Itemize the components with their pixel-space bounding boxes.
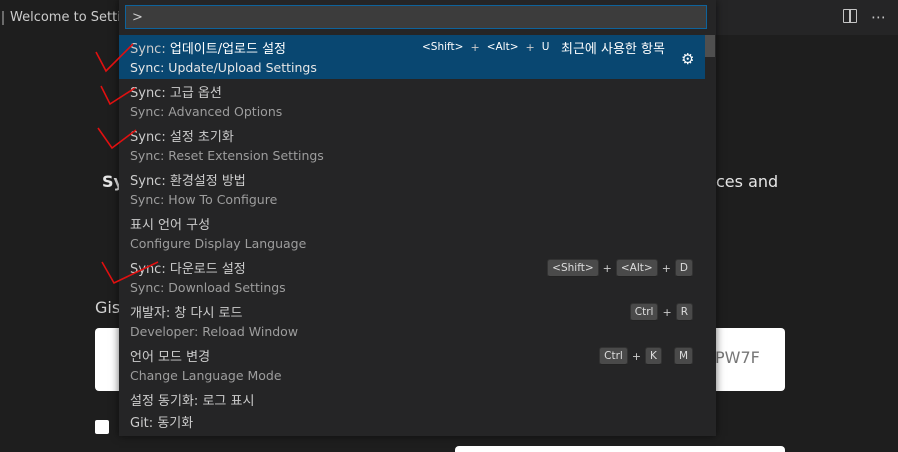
key: M — [673, 347, 693, 365]
command-label: Sync: 환경설정 방법 — [130, 170, 246, 189]
command-item[interactable]: Git: 동기화 — [119, 409, 705, 431]
command-item[interactable]: Sync: 설정 초기화 Sync: Reset Extension Settin… — [119, 123, 705, 167]
command-label: Sync: 다운로드 설정 — [130, 258, 246, 277]
command-title: 고급 옵션 — [169, 86, 222, 101]
key: U — [541, 41, 550, 53]
command-item[interactable]: Sync: 다운로드 설정 Sync: Download Settings <Shi… — [119, 255, 705, 299]
command-detail: Developer: Reload Window — [130, 324, 299, 339]
welcome-heading-tail: ces and — [716, 172, 779, 191]
command-label: Sync: 설정 초기화 — [130, 126, 234, 145]
command-label: Sync: 업데이트/업로드 설정 — [130, 38, 286, 57]
command-title: 창 다시 로드 — [174, 306, 243, 321]
command-detail: Sync: Reset Extension Settings — [130, 148, 324, 163]
command-list: Sync: 업데이트/업로드 설정 Sync: Update/Upload Set… — [119, 35, 716, 436]
command-title: 표시 언어 구성 — [130, 218, 211, 233]
command-detail: Sync: Advanced Options — [130, 104, 283, 119]
command-item[interactable]: 표시 언어 구성 Configure Display Language — [119, 211, 705, 255]
command-item[interactable]: 언어 모드 변경 Change Language Mode Ctrl + K M — [119, 343, 705, 387]
command-title: 환경설정 방법 — [169, 174, 246, 189]
command-detail: Sync: Update/Upload Settings — [130, 60, 317, 75]
split-editor-button[interactable] — [843, 8, 857, 26]
key-plus: + — [662, 305, 672, 319]
gist-label: Gis — [95, 298, 121, 317]
key-plus: + — [631, 349, 642, 363]
welcome-checkbox[interactable] — [95, 420, 109, 434]
command-category: Sync: — [130, 130, 166, 145]
key-plus: + — [661, 261, 671, 275]
command-category: Git: — [130, 416, 154, 431]
gist-id-value: PW7F — [715, 348, 760, 367]
command-label: 언어 모드 변경 — [130, 346, 210, 365]
key-plus: + — [602, 261, 612, 275]
file-icon — [2, 10, 4, 25]
key: R — [675, 303, 693, 321]
command-detail: Sync: Download Settings — [130, 280, 286, 295]
key: K — [645, 347, 662, 365]
tab-label: Welcome to Settings Sync — [10, 10, 122, 25]
key: <Shift> — [422, 41, 464, 53]
command-category: Sync: — [130, 86, 166, 101]
command-title: 업데이트/업로드 설정 — [169, 42, 287, 57]
key-plus: + — [470, 40, 480, 54]
key: Ctrl — [599, 347, 628, 365]
command-label: 개발자: 창 다시 로드 — [130, 302, 242, 321]
command-item[interactable]: 개발자: 창 다시 로드 Developer: Reload Window Ctrl… — [119, 299, 705, 343]
command-detail: Change Language Mode — [130, 368, 282, 383]
recently-used-label: 최근에 사용한 항목 — [561, 42, 665, 57]
command-category: Sync: — [130, 174, 166, 189]
command-category: Sync: — [130, 262, 166, 277]
command-label: Git: 동기화 — [130, 412, 193, 431]
keybinding: <Shift> + <Alt> + U — [419, 39, 552, 55]
command-label: Sync: 고급 옵션 — [130, 82, 222, 101]
key: <Alt> — [486, 41, 519, 53]
command-palette: Sync: 업데이트/업로드 설정 Sync: Update/Upload Set… — [119, 0, 716, 436]
editor-actions: ⋯ — [843, 8, 886, 26]
command-title: 다운로드 설정 — [169, 262, 246, 277]
key: D — [674, 259, 693, 277]
tab-welcome-settings-sync[interactable]: Welcome to Settings Sync — [0, 0, 122, 35]
key: <Shift> — [547, 259, 599, 277]
command-title: 설정 초기화 — [169, 130, 234, 145]
command-item[interactable]: Sync: 업데이트/업로드 설정 Sync: Update/Upload Set… — [119, 35, 705, 79]
command-item[interactable]: 설정 동기화: 로그 표시 — [119, 387, 705, 409]
key: <Alt> — [615, 259, 658, 277]
command-title: 동기화 — [157, 416, 194, 431]
command-item[interactable]: Sync: 고급 옵션 Sync: Advanced Options — [119, 79, 705, 123]
command-category: Sync: — [130, 42, 166, 57]
command-title: 로그 표시 — [202, 394, 255, 409]
key: Ctrl — [629, 303, 659, 321]
split-editor-icon — [843, 9, 857, 23]
command-category: 개발자: — [130, 306, 171, 321]
command-detail: Configure Display Language — [130, 236, 307, 251]
command-label: 표시 언어 구성 — [130, 214, 210, 233]
key-plus: + — [525, 40, 535, 54]
command-palette-input[interactable] — [125, 5, 707, 29]
command-item[interactable]: Sync: 환경설정 방법 Sync: How To Configure — [119, 167, 705, 211]
gear-icon[interactable]: ⚙ — [681, 50, 694, 68]
welcome-field[interactable] — [455, 446, 785, 452]
command-label: 설정 동기화: 로그 표시 — [130, 390, 254, 409]
command-category: 설정 동기화: — [130, 394, 199, 409]
command-title: 언어 모드 변경 — [130, 350, 211, 365]
keybinding: <Shift> + <Alt> + D — [547, 259, 693, 277]
keybinding: Ctrl + R — [629, 303, 693, 321]
more-actions-icon[interactable]: ⋯ — [871, 8, 886, 26]
keybinding: Ctrl + K M — [599, 347, 693, 365]
command-detail: Sync: How To Configure — [130, 192, 278, 207]
